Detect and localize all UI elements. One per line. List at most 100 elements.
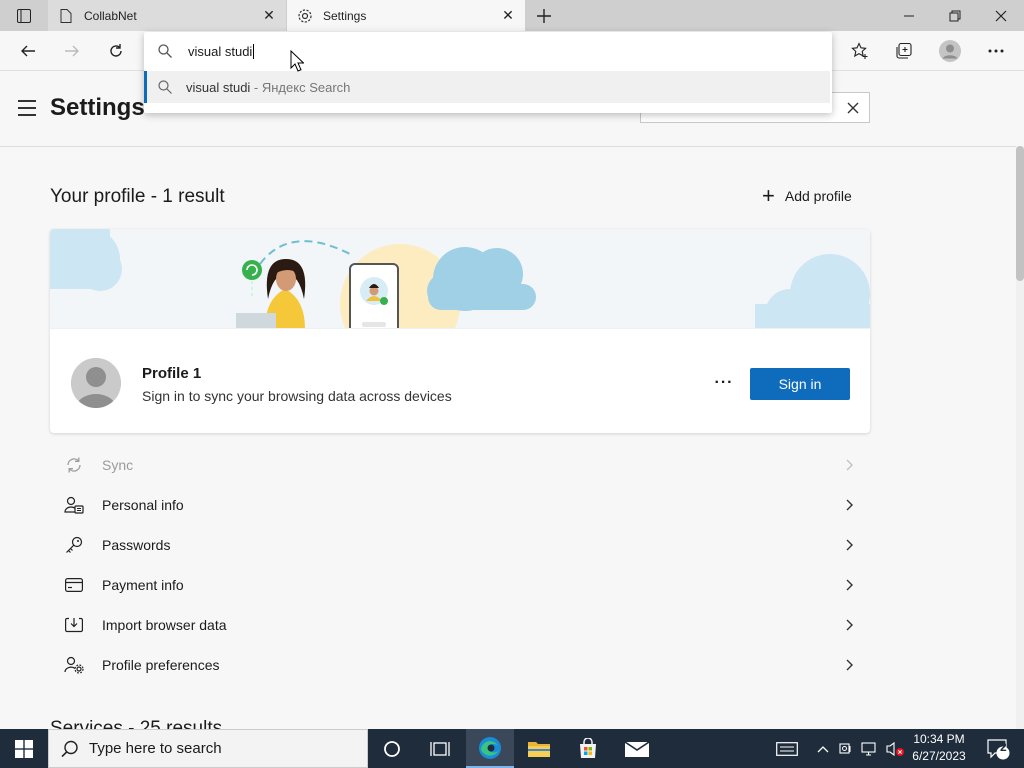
close-tab-icon[interactable]: ✕ <box>499 7 517 25</box>
favorites-button[interactable] <box>845 36 875 66</box>
clock-date: 6/27/2023 <box>912 749 966 763</box>
file-explorer-icon <box>528 741 550 757</box>
new-tab-button[interactable] <box>533 5 555 27</box>
chevron-right-icon <box>840 619 860 631</box>
settings-row-passwords[interactable]: Passwords <box>50 525 870 565</box>
clear-search-icon[interactable] <box>842 97 864 119</box>
sign-in-button[interactable]: Sign in <box>750 368 850 400</box>
windows-icon <box>15 739 33 758</box>
settings-row-personal-info[interactable]: Personal info <box>50 485 870 525</box>
close-tab-icon[interactable]: ✕ <box>260 7 278 25</box>
settings-more-button[interactable] <box>981 36 1011 66</box>
gear-icon <box>297 8 313 24</box>
favorites-icon <box>851 42 868 59</box>
key-icon <box>62 536 86 554</box>
file-explorer-button[interactable] <box>515 729 563 768</box>
chevron-right-icon <box>840 499 860 511</box>
edge-taskbar-button[interactable] <box>466 729 514 768</box>
settings-row-import-browser-data[interactable]: Import browser data <box>50 605 870 645</box>
start-button[interactable] <box>0 729 48 768</box>
tab-actions-icon[interactable] <box>10 6 38 26</box>
taskbar-search-placeholder: Type here to search <box>89 740 222 757</box>
tab-title: CollabNet <box>84 8 137 23</box>
add-profile-label: Add profile <box>784 188 852 204</box>
chevron-right-icon <box>840 459 860 471</box>
tab-title: Settings <box>323 8 367 23</box>
restore-button[interactable] <box>932 0 978 31</box>
refresh-icon <box>110 44 122 57</box>
forward-button[interactable] <box>57 36 87 66</box>
page-title: Settings <box>50 94 145 121</box>
tab-collabnet[interactable]: CollabNet ✕ <box>48 0 286 31</box>
suggestion-engine: - Яндекс Search <box>250 79 351 95</box>
suggestion-query: visual studi <box>186 79 251 95</box>
search-icon <box>158 44 176 58</box>
refresh-button[interactable] <box>101 36 131 66</box>
search-suggestion[interactable]: visual studi - Яндекс Search <box>144 71 830 103</box>
tab-settings[interactable]: Settings ✕ <box>287 0 525 31</box>
chevron-right-icon <box>840 659 860 671</box>
search-icon <box>158 80 172 94</box>
plus-icon <box>537 9 551 23</box>
page-icon <box>58 8 74 24</box>
input-indicator-icon[interactable] <box>772 729 802 768</box>
close-icon <box>995 10 1007 21</box>
settings-row-label: Personal info <box>102 497 184 513</box>
profile-icon <box>939 40 961 62</box>
settings-row-label: Payment info <box>102 577 184 593</box>
volume-muted-icon[interactable] <box>882 729 908 768</box>
mouse-cursor-icon <box>290 49 305 77</box>
edge-icon <box>479 736 501 759</box>
menu-icon[interactable] <box>18 98 40 118</box>
profile-banner-illustration <box>50 229 870 364</box>
minimize-button[interactable] <box>886 0 932 31</box>
settings-row-payment-info[interactable]: Payment info <box>50 565 870 605</box>
more-icon <box>988 49 1004 53</box>
restore-icon <box>949 10 961 21</box>
taskbar-clock[interactable]: 10:34 PM 6/27/2023 <box>908 731 970 765</box>
import-icon <box>62 617 86 633</box>
task-view-icon <box>430 741 450 756</box>
notification-count: 2 <box>1000 740 1007 754</box>
address-bar-text: visual studi <box>188 43 253 59</box>
minimize-icon <box>904 15 914 16</box>
settings-row-label: Profile preferences <box>102 657 220 673</box>
next-section-heading: Services - 25 results <box>50 718 223 729</box>
settings-row-sync[interactable]: Sync <box>50 445 870 485</box>
settings-row-profile-preferences[interactable]: Profile preferences <box>50 645 870 685</box>
scrollbar-thumb[interactable] <box>1016 146 1024 281</box>
store-button[interactable] <box>564 729 612 768</box>
card-icon <box>62 578 86 592</box>
sync-icon <box>62 456 86 474</box>
text-caret <box>253 43 255 59</box>
header-divider <box>0 146 1016 147</box>
store-icon <box>580 737 596 758</box>
cortana-button[interactable] <box>368 729 416 768</box>
close-window-button[interactable] <box>978 0 1024 31</box>
collections-button[interactable] <box>889 36 919 66</box>
settings-row-label: Sync <box>102 457 134 473</box>
notification-center-button[interactable]: 2 <box>978 729 1018 768</box>
back-button[interactable] <box>13 36 43 66</box>
address-bar[interactable]: visual studi <box>144 32 832 70</box>
settings-row-label: Passwords <box>102 537 171 553</box>
mail-icon <box>625 740 649 757</box>
task-view-button[interactable] <box>416 729 464 768</box>
chevron-right-icon <box>840 579 860 591</box>
forward-arrow-icon <box>65 45 79 57</box>
chevron-up-icon[interactable] <box>812 729 834 768</box>
add-profile-button[interactable]: + Add profile <box>762 185 852 207</box>
personal-info-icon <box>62 496 86 514</box>
search-icon <box>61 740 79 758</box>
tray-device-icon[interactable] <box>836 729 856 768</box>
cortana-icon <box>384 740 400 757</box>
taskbar-search-box[interactable]: Type here to search <box>48 729 368 768</box>
section-heading: Your profile - 1 result <box>50 186 225 207</box>
network-icon[interactable] <box>858 729 882 768</box>
mail-button[interactable] <box>613 729 661 768</box>
profile-button[interactable] <box>935 36 965 66</box>
avatar <box>71 358 121 408</box>
profile-more-options-button[interactable]: ··· <box>712 371 736 395</box>
profile-preferences-icon <box>62 656 86 674</box>
address-bar-dropdown: visual studi visual studi - Яндекс Searc… <box>144 32 832 113</box>
